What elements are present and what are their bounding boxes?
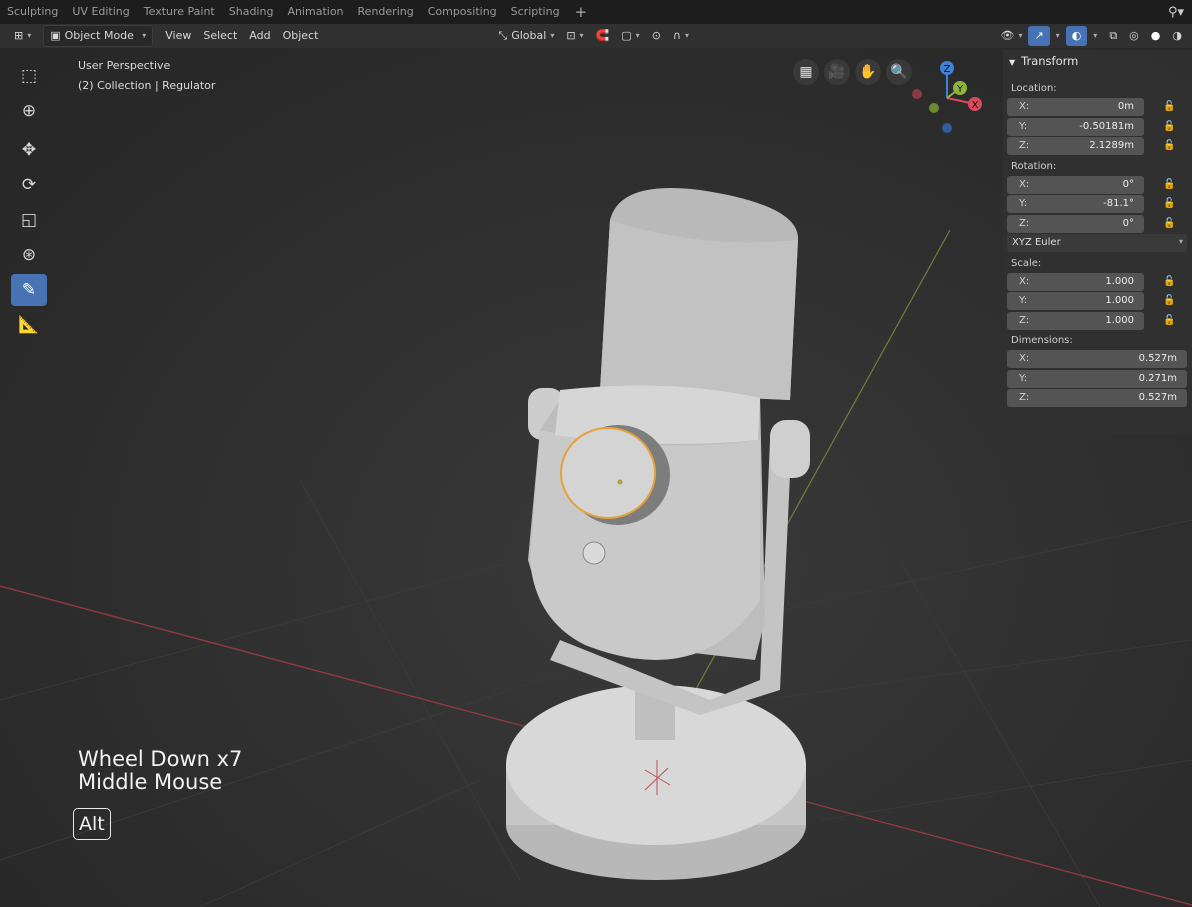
measure-icon[interactable]: 📐 bbox=[11, 309, 47, 341]
tab-scripting[interactable]: Scripting bbox=[504, 0, 567, 24]
rotation-x-field[interactable]: X: 0° bbox=[1007, 175, 1144, 194]
camera-view-icon[interactable]: 🎥 bbox=[824, 59, 850, 85]
falloff-icon[interactable]: ∩ ▾ bbox=[667, 26, 695, 46]
scale-label: Scale: bbox=[1011, 257, 1042, 269]
navigation-gizmo[interactable]: Z X Y bbox=[905, 58, 995, 138]
workspace-tab-bar: Sculpting UV Editing Texture Paint Shadi… bbox=[0, 0, 1192, 24]
select-box-icon[interactable]: ⬚ bbox=[11, 60, 47, 92]
scale-z-field[interactable]: Z: 1.000 bbox=[1007, 311, 1144, 330]
svg-text:X: X bbox=[972, 100, 979, 111]
dimensions-z-field[interactable]: Z: 0.527m bbox=[1007, 389, 1187, 407]
gizmo-neg-y-icon[interactable] bbox=[929, 103, 939, 113]
alt-key-badge: Alt bbox=[73, 808, 111, 840]
chevron-down-icon: ▾ bbox=[550, 31, 555, 40]
pan-hand-icon[interactable]: ✋ bbox=[855, 59, 881, 85]
chevron-down-icon: ▾ bbox=[142, 31, 147, 40]
tab-animation[interactable]: Animation bbox=[280, 0, 350, 24]
menu-object[interactable]: Object bbox=[277, 26, 325, 46]
object-mode-icon: ▣ bbox=[50, 29, 61, 42]
regulator-knob[interactable] bbox=[560, 427, 656, 519]
overlay-toggle-icon[interactable]: ◐ bbox=[1065, 26, 1088, 46]
annotate-icon[interactable]: ✎ bbox=[11, 274, 47, 306]
scale-x-field[interactable]: X: 1.000 bbox=[1007, 272, 1144, 291]
viewport-header: ⊞ ▾ ▣ Object Mode ▾ View Select Add Objec… bbox=[0, 24, 1192, 48]
transform-panel: ▼ Transform Location: X: 0m 🔓 Y: -0.50181m 🔓 … bbox=[1003, 50, 1192, 434]
tab-rendering[interactable]: Rendering bbox=[351, 0, 421, 24]
lock-icon[interactable]: 🔓 bbox=[1163, 295, 1175, 306]
chevron-down-icon: ▼ bbox=[1009, 58, 1016, 67]
visibility-icon[interactable]: 👁 ▾ bbox=[994, 26, 1028, 46]
transform-icon[interactable]: ⊛ bbox=[11, 239, 47, 271]
menu-add[interactable]: Add bbox=[243, 26, 276, 46]
overlay-dropdown-icon[interactable]: ▾ bbox=[1087, 26, 1103, 46]
add-workspace-icon[interactable]: + bbox=[567, 0, 596, 24]
solid-shading-icon[interactable]: ● bbox=[1145, 26, 1167, 46]
key-line-2: Middle Mouse bbox=[78, 770, 223, 794]
svg-text:Z: Z bbox=[944, 64, 951, 75]
key-line-1: Wheel Down x7 bbox=[78, 747, 243, 771]
tab-shading[interactable]: Shading bbox=[222, 0, 281, 24]
tab-compositing[interactable]: Compositing bbox=[421, 0, 504, 24]
rotation-y-field[interactable]: Y: -81.1° bbox=[1007, 195, 1144, 213]
viewport-info: User Perspective (2) Collection | Regula… bbox=[78, 56, 215, 96]
rotation-z-field[interactable]: Z: 0° bbox=[1007, 214, 1144, 233]
3d-viewport[interactable]: User Perspective (2) Collection | Regula… bbox=[0, 48, 1192, 907]
gizmo-neg-z-icon[interactable] bbox=[942, 123, 952, 133]
microphone-model[interactable] bbox=[506, 188, 810, 880]
mode-dropdown[interactable]: ▣ Object Mode ▾ bbox=[43, 25, 154, 47]
menu-select[interactable]: Select bbox=[197, 26, 243, 46]
rotation-label: Rotation: bbox=[1011, 160, 1057, 172]
scale-icon[interactable]: ◱ bbox=[11, 204, 47, 236]
tab-sculpting[interactable]: Sculpting bbox=[0, 0, 65, 24]
tool-shelf: ⬚ ⊕ ✥ ⟳ ◱ ⊛ ✎ 📐 bbox=[9, 60, 49, 344]
cursor-icon[interactable]: ⊕ bbox=[11, 95, 47, 127]
snap-target-icon[interactable]: ▢ ▾ bbox=[615, 26, 645, 46]
location-label: Location: bbox=[1011, 83, 1057, 94]
lock-icon[interactable]: 🔓 bbox=[1163, 198, 1175, 209]
tab-uv-editing[interactable]: UV Editing bbox=[65, 0, 136, 24]
dimensions-y-field[interactable]: Y: 0.271m bbox=[1007, 369, 1187, 388]
perspective-label: User Perspective bbox=[78, 59, 171, 72]
lock-icon[interactable]: 🔓 bbox=[1163, 276, 1175, 287]
lock-icon[interactable]: 🔓 bbox=[1163, 179, 1175, 190]
gizmo-toggle-icon[interactable]: ↗ bbox=[1028, 26, 1050, 46]
perspective-toggle-icon[interactable]: ▦ bbox=[793, 59, 819, 85]
dimensions-label: Dimensions: bbox=[1011, 335, 1073, 346]
tab-texture-paint[interactable]: Texture Paint bbox=[137, 0, 222, 24]
svg-text:Y: Y bbox=[956, 84, 964, 95]
gizmo-neg-x-icon[interactable] bbox=[912, 89, 922, 99]
move-icon[interactable]: ✥ bbox=[11, 134, 47, 166]
orientation-label: Global bbox=[511, 29, 547, 42]
xray-icon[interactable]: ⧉ bbox=[1103, 26, 1123, 46]
lock-icon[interactable]: 🔓 bbox=[1163, 101, 1175, 112]
lock-icon[interactable]: 🔓 bbox=[1163, 140, 1175, 151]
dimensions-x-field[interactable]: X: 0.527m bbox=[1007, 350, 1187, 368]
rotation-mode-dropdown[interactable]: XYZ Euler ▾ bbox=[1007, 234, 1187, 252]
material-shading-icon[interactable]: ◑ bbox=[1166, 26, 1188, 46]
orientation-dropdown[interactable]: ⤡ Global ▾ bbox=[492, 26, 560, 46]
chevron-down-icon: ▾ bbox=[1178, 237, 1183, 246]
wireframe-shading-icon[interactable]: ◎ bbox=[1123, 26, 1145, 46]
location-y-field[interactable]: Y: -0.50181m bbox=[1007, 117, 1144, 136]
orientation-icon: ⤡ bbox=[498, 29, 508, 42]
proportional-edit-icon[interactable]: ⊙ bbox=[646, 26, 667, 46]
mode-label: Object Mode bbox=[64, 29, 134, 42]
gizmo-dropdown-icon[interactable]: ▾ bbox=[1050, 26, 1066, 46]
panel-title: Transform bbox=[1021, 54, 1079, 68]
pivot-point-icon[interactable]: ⊡ ▾ bbox=[560, 26, 589, 46]
transform-panel-header[interactable]: ▼ Transform bbox=[1003, 50, 1192, 72]
lock-icon[interactable]: 🔓 bbox=[1163, 218, 1175, 229]
snap-icon[interactable]: 🧲 bbox=[590, 26, 616, 46]
scale-y-field[interactable]: Y: 1.000 bbox=[1007, 292, 1144, 310]
collection-label: (2) Collection | Regulator bbox=[78, 79, 216, 92]
lock-icon[interactable]: 🔓 bbox=[1163, 315, 1175, 326]
editor-type-icon[interactable]: ⊞ ▾ bbox=[8, 26, 37, 46]
menu-view[interactable]: View bbox=[159, 26, 197, 46]
location-z-field[interactable]: Z: 2.1289m bbox=[1007, 137, 1144, 155]
rotate-icon[interactable]: ⟳ bbox=[11, 169, 47, 201]
lock-icon[interactable]: 🔓 bbox=[1163, 121, 1175, 132]
location-x-field[interactable]: X: 0m bbox=[1007, 98, 1144, 116]
key-status: Wheel Down x7 Middle Mouse bbox=[78, 748, 242, 794]
scene-selector-icon[interactable]: ⚲▾ bbox=[1168, 5, 1192, 20]
